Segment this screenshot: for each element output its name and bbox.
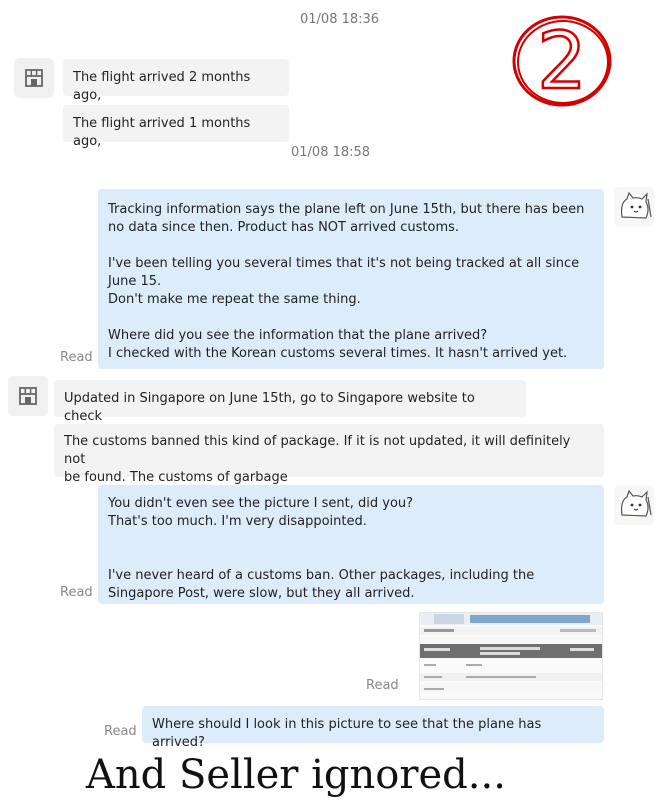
timestamp: 01/08 18:36 [300,12,380,27]
buyer-avatar[interactable] [614,187,654,227]
buyer-message: Where should I look in this picture to s… [142,706,604,750]
caption-text: And Seller ignored... [86,752,506,798]
shop-avatar-icon [25,69,43,87]
buyer-message: Tracking information says the plane left… [98,189,604,369]
seller-message: The customs banned this kind of package.… [54,424,604,485]
shop-avatar-icon [19,387,37,405]
timestamp: 01/08 18:58 [291,145,371,160]
seller-message: The flight arrived 1 months ago, [63,105,289,149]
buyer-avatar[interactable] [614,485,654,525]
attached-screenshot-image[interactable] [419,612,603,700]
seller-avatar[interactable] [14,58,54,98]
annotation-number: 2 [537,17,587,107]
seller-message: The flight arrived 2 months ago, [63,59,289,103]
read-status: Read [60,350,93,365]
tracking-screenshot-thumbnail [420,613,602,693]
seller-message: Updated in Singapore on June 15th, go to… [54,380,526,424]
cat-avatar-icon [620,191,652,219]
cat-avatar-icon [620,489,652,517]
seller-avatar[interactable] [8,376,48,416]
read-status: Read [104,724,137,739]
buyer-message: You didn't even see the picture I sent, … [98,485,604,604]
read-status: Read [60,585,93,600]
read-status: Read [366,678,399,693]
annotation-circled-number-icon: 2 [512,15,612,108]
